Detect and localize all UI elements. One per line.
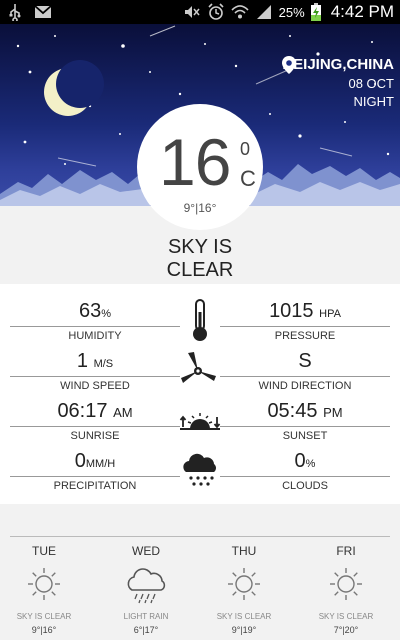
sunrise-period: AM <box>113 405 133 420</box>
current-temperature-card: 16 0 C 9°|16° <box>137 104 263 230</box>
sun-icon <box>194 562 294 606</box>
rain-cloud-icon <box>96 562 196 606</box>
sunset-period: PM <box>323 405 343 420</box>
alarm-icon <box>208 3 224 20</box>
temperature-range: 9°|16° <box>183 201 217 215</box>
precipitation-unit: MM/H <box>85 458 116 470</box>
location-city[interactable]: BEIJING,CHINA <box>282 56 394 74</box>
sun-icon <box>0 562 94 606</box>
current-temperature: 16 <box>159 125 231 199</box>
sunrise-label: SUNRISE <box>70 430 120 442</box>
forecast-temp-range: 7°|20° <box>333 625 359 635</box>
date-label: 08 OCT <box>348 76 394 91</box>
wind-speed-cell: 1 M/S WIND SPEED <box>10 348 180 392</box>
sun-icon <box>296 562 396 606</box>
forecast-strip: TUE SKY IS CLEAR 9°|16° WED LIGHT RAIN 6… <box>0 526 400 640</box>
forecast-day-name: FRI <box>336 544 356 558</box>
forecast-temp-range: 9°|19° <box>231 625 257 635</box>
details-row-precip: 0MM/H PRECIPITATION 0% CLOUDS <box>0 448 400 498</box>
clouds-label: CLOUDS <box>282 480 328 492</box>
battery-charging-icon <box>310 3 321 21</box>
humidity-label: HUMIDITY <box>68 330 122 342</box>
degree-symbol: 0 <box>240 139 251 159</box>
mail-icon <box>34 5 52 18</box>
condition-line-1: SKY IS <box>167 236 233 258</box>
day-period-label: NIGHT <box>353 94 394 109</box>
wind-turbine-icon <box>178 348 222 392</box>
signal-icon <box>256 5 271 19</box>
current-condition: SKY IS CLEAR <box>0 236 400 282</box>
usb-icon <box>9 4 21 21</box>
clouds-unit: % <box>305 458 316 470</box>
clouds-cell: 0% CLOUDS <box>220 448 390 492</box>
forecast-day-name: WED <box>132 544 160 558</box>
wind-speed-label: WIND SPEED <box>60 380 130 392</box>
pressure-unit: HPA <box>319 308 341 320</box>
condition-line-2: CLEAR <box>166 259 234 281</box>
forecast-day-wed[interactable]: WED LIGHT RAIN 6°|17° <box>96 544 196 635</box>
pressure-label: PRESSURE <box>274 330 336 342</box>
weather-details-panel: 63% HUMIDITY 1015 HPA PRESSURE 1 M/S WIN… <box>0 284 400 504</box>
wind-speed-value: 1 <box>76 350 88 372</box>
pressure-value: 1015 <box>269 300 314 322</box>
forecast-day-name: TUE <box>32 544 56 558</box>
pressure-cell: 1015 HPA PRESSURE <box>220 298 390 342</box>
forecast-condition: SKY IS CLEAR <box>318 612 374 621</box>
forecast-condition: LIGHT RAIN <box>123 612 169 621</box>
city-name: BEIJING,CHINA <box>282 56 394 73</box>
details-row-sun: 06:17 AM SUNRISE 05:45 PM SUNSET <box>0 398 400 448</box>
forecast-day-thu[interactable]: THU SKY IS CLEAR 9°|19° <box>194 544 294 635</box>
forecast-temp-range: 9°|16° <box>31 625 57 635</box>
forecast-day-tue[interactable]: TUE SKY IS CLEAR 9°|16° <box>0 544 94 635</box>
sunset-cell: 05:45 PM SUNSET <box>220 398 390 442</box>
forecast-condition: SKY IS CLEAR <box>216 612 272 621</box>
forecast-condition: SKY IS CLEAR <box>16 612 72 621</box>
wifi-icon <box>231 5 249 19</box>
humidity-value: 63 <box>78 300 102 322</box>
humidity-unit: % <box>101 308 112 320</box>
wind-direction-cell: S WIND DIRECTION <box>220 348 390 392</box>
location-block: BEIJING,CHINA 08 OCT NIGHT <box>282 56 394 109</box>
rain-cloud-icon <box>178 448 222 492</box>
precipitation-value: 0 <box>74 450 86 472</box>
forecast-day-fri[interactable]: FRI SKY IS CLEAR 7°|20° <box>296 544 396 635</box>
mute-icon <box>184 6 200 18</box>
clock: 4:42 PM <box>330 2 394 21</box>
temperature-unit[interactable]: C <box>240 166 256 192</box>
location-pin-icon <box>282 56 297 74</box>
thermometer-icon <box>178 298 222 342</box>
details-row-humidity: 63% HUMIDITY 1015 HPA PRESSURE <box>0 298 400 348</box>
forecast-temp-range: 6°|17° <box>133 625 159 635</box>
status-bar: 25% 4:42 PM <box>0 0 400 24</box>
sunset-value: 05:45 <box>267 400 318 422</box>
forecast-day-name: THU <box>231 544 257 558</box>
wind-direction-label: WIND DIRECTION <box>258 380 352 392</box>
details-row-wind: 1 M/S WIND SPEED S WIND DIRECTION <box>0 348 400 398</box>
humidity-cell: 63% HUMIDITY <box>10 298 180 342</box>
battery-percent: 25% <box>278 4 305 20</box>
wind-speed-unit: M/S <box>93 358 114 370</box>
sunrise-sunset-icon <box>178 398 222 442</box>
sunrise-value: 06:17 <box>57 400 108 422</box>
precipitation-label: PRECIPITATION <box>53 480 137 492</box>
sunrise-cell: 06:17 AM SUNRISE <box>10 398 180 442</box>
clouds-value: 0 <box>294 450 306 472</box>
wind-direction-value: S <box>298 350 312 372</box>
precipitation-cell: 0MM/H PRECIPITATION <box>10 448 180 492</box>
sunset-label: SUNSET <box>282 430 328 442</box>
